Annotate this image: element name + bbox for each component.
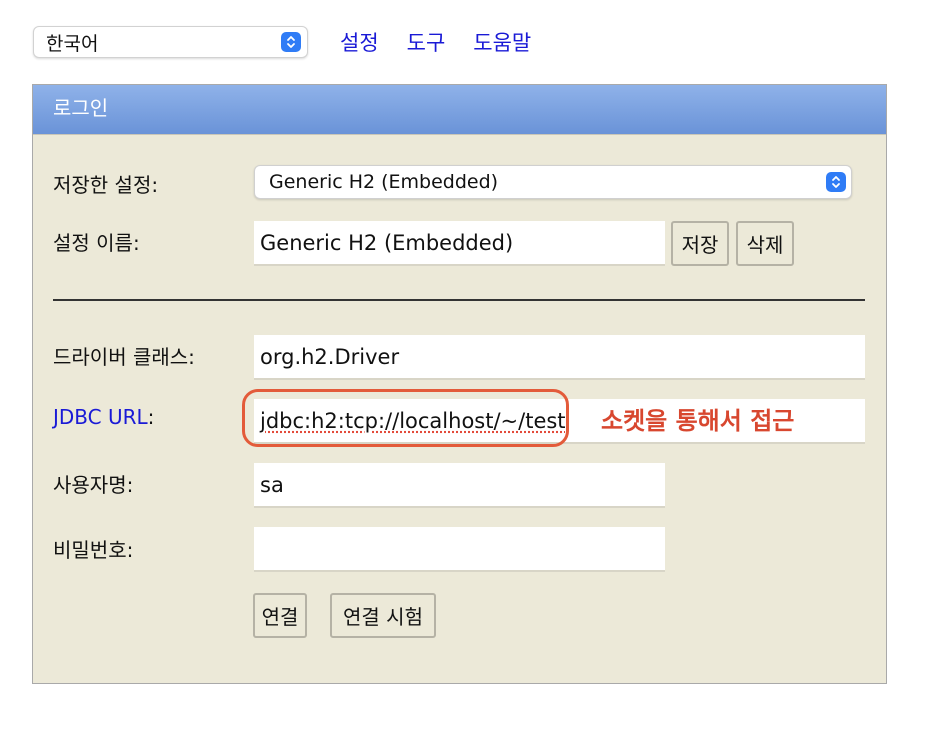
panel-title: 로그인 [33,85,886,135]
jdbc-url-label-suffix: : [147,405,155,429]
tools-link[interactable]: 도구 [407,27,446,57]
top-bar: 한국어 설정 도구 도움말 [33,24,531,60]
delete-button[interactable]: 삭제 [736,221,794,266]
saved-settings-select[interactable]: Generic H2 (Embedded) [254,165,852,199]
language-select-value: 한국어 [46,32,99,55]
saved-settings-label: 저장한 설정: [53,173,159,197]
select-stepper-icon [281,32,301,52]
language-select[interactable]: 한국어 [33,26,308,58]
login-panel: 로그인 저장한 설정: Generic H2 (Embedded) 설정 이름:… [32,84,887,684]
driver-class-input[interactable]: org.h2.Driver [254,335,865,380]
setting-name-input[interactable]: Generic H2 (Embedded) [254,221,665,266]
password-input[interactable] [254,527,665,572]
password-label: 비밀번호: [53,538,134,562]
jdbc-url-help-link[interactable]: JDBC URL [53,405,148,429]
connect-button[interactable]: 연결 [253,593,307,638]
test-connection-button[interactable]: 연결 시험 [330,593,436,638]
settings-link[interactable]: 설정 [340,27,379,57]
username-label: 사용자명: [53,473,134,497]
driver-class-label: 드라이버 클래스: [53,345,195,369]
divider [53,299,865,301]
save-button[interactable]: 저장 [671,221,729,266]
select-stepper-icon [826,172,846,192]
setting-name-label: 설정 이름: [53,231,140,255]
saved-settings-value: Generic H2 (Embedded) [269,171,499,193]
help-link[interactable]: 도움말 [473,27,531,57]
highlight-circle [242,389,569,447]
username-input[interactable]: sa [254,463,665,508]
annotation-text: 소켓을 통해서 접근 [601,407,795,435]
jdbc-url-label: JDBC URL: [53,405,154,429]
